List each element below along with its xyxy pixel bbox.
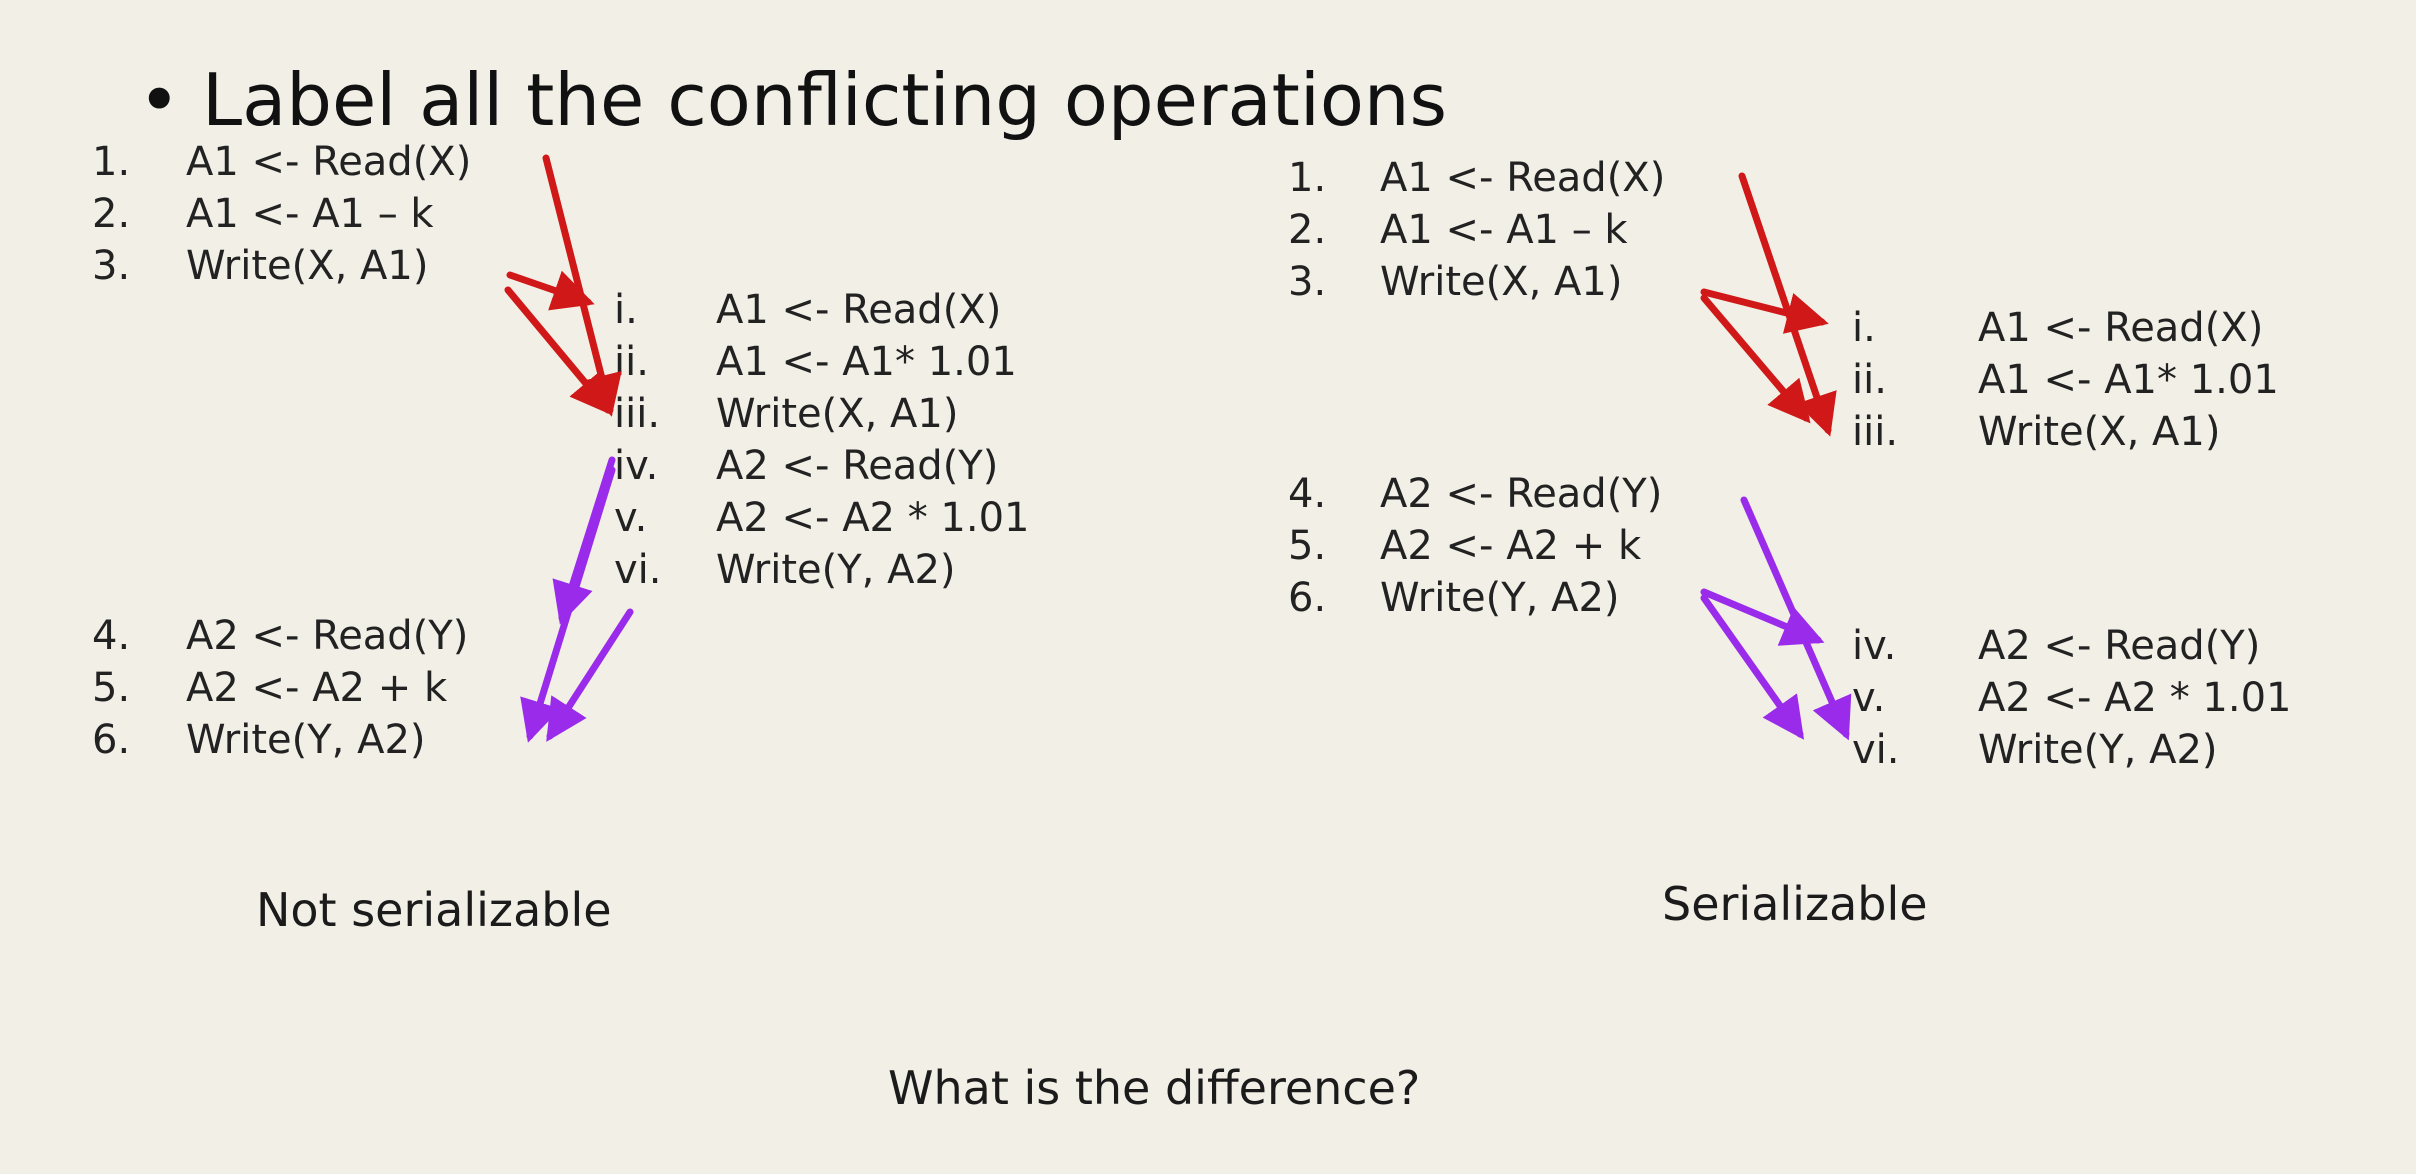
slide: • Label all the conflicting operations 1.…	[0, 0, 2416, 1174]
arrow-right-write-y-to-write	[1700, 594, 1805, 740]
arrow-right-write-y-to-read	[1700, 588, 1825, 646]
arrow-left-read-y-to-write	[520, 466, 616, 743]
conflict-arrows	[504, 154, 1852, 743]
